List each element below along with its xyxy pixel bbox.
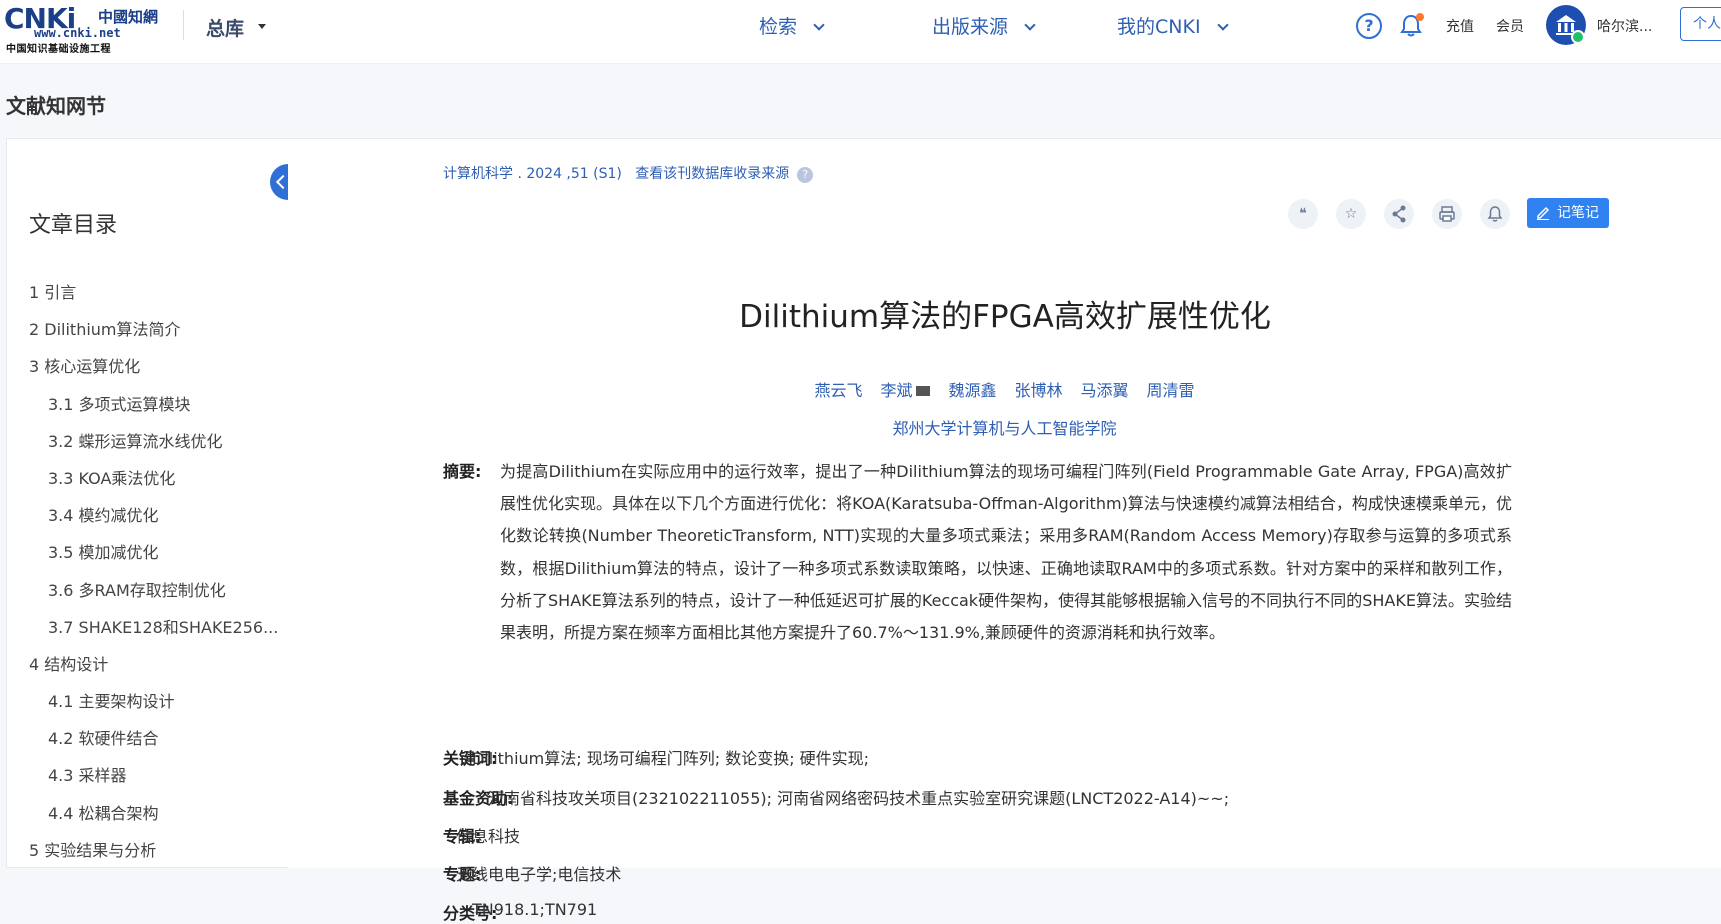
toc-item[interactable]: 3.5 模加减优化 bbox=[29, 539, 278, 576]
page-title: 文献知网节 bbox=[6, 94, 106, 118]
toc-heading: 文章目录 bbox=[29, 213, 118, 238]
star-icon[interactable]: ☆ bbox=[1336, 199, 1366, 229]
class-value: TN918.1;TN791 bbox=[472, 900, 598, 919]
user-name[interactable]: 哈尔滨... bbox=[1597, 16, 1652, 36]
article-main: 计算机科学 . 2024 ,51 (S1) 查看该刊数据库收录来源? ❝ ☆ 记… bbox=[288, 138, 1721, 923]
nav-search-label: 检索 bbox=[759, 16, 798, 38]
take-note-button[interactable]: 记笔记 bbox=[1527, 198, 1609, 228]
pen-icon bbox=[1537, 206, 1550, 220]
mail-icon[interactable] bbox=[916, 386, 931, 396]
author[interactable]: 魏源鑫 bbox=[948, 381, 996, 400]
chevron-down-icon bbox=[1024, 19, 1036, 31]
member-link[interactable]: 会员 bbox=[1496, 16, 1524, 36]
toc-sidebar: 文章目录 1 引言 2 Dilithium算法简介 3 核心运算优化 3.1 多项式运… bbox=[6, 138, 288, 868]
toc-item[interactable]: 3.4 模约减优化 bbox=[29, 502, 278, 539]
recharge-link[interactable]: 充值 bbox=[1446, 16, 1474, 36]
author[interactable]: 周清雷 bbox=[1147, 381, 1195, 400]
question-icon[interactable]: ? bbox=[797, 167, 814, 183]
toc-item[interactable]: 3.7 SHAKE128和SHAKE256... bbox=[29, 614, 278, 651]
author[interactable]: 马添翼 bbox=[1081, 381, 1129, 400]
abstract-label: 摘要: bbox=[443, 462, 482, 481]
database-selector[interactable]: 总库 bbox=[206, 14, 267, 41]
toc-item[interactable]: 3 核心运算优化 bbox=[29, 353, 278, 390]
source-db-link[interactable]: 查看该刊数据库收录来源 bbox=[635, 166, 789, 182]
topic-value: 无线电电子学;电信技术 bbox=[456, 865, 622, 884]
caret-down-icon bbox=[258, 24, 267, 29]
toc-item[interactable]: 3.3 KOA乘法优化 bbox=[29, 465, 278, 502]
toc-list: 1 引言 2 Dilithium算法简介 3 核心运算优化 3.1 多项式运算模块 3.… bbox=[29, 279, 278, 874]
share-icon[interactable] bbox=[1384, 199, 1414, 229]
database-label: 总库 bbox=[206, 18, 245, 40]
cite-icon[interactable]: ❝ bbox=[1288, 199, 1318, 229]
cnki-logo[interactable]: CNKi 中國知網 www.cnki.net 中国知识基础设施工程 bbox=[4, 2, 164, 55]
journal-source[interactable]: 计算机科学 . 2024 ,51 (S1) bbox=[443, 166, 622, 182]
personal-button[interactable]: 个人 bbox=[1680, 7, 1721, 41]
toc-item[interactable]: 4.4 松耦合架构 bbox=[29, 800, 278, 837]
author-list: 燕云飞 李斌 魏源鑫 张博林 马添翼 周清雷 bbox=[288, 377, 1721, 401]
toc-item[interactable]: 4.2 软硬件结合 bbox=[29, 725, 278, 762]
affiliation[interactable]: 郑州大学计算机与人工智能学院 bbox=[288, 415, 1721, 439]
nav-publication-source-label: 出版来源 bbox=[932, 16, 1009, 38]
nav-my-cnki-label: 我的CNKI bbox=[1117, 16, 1201, 38]
source-line: 计算机科学 . 2024 ,51 (S1) 查看该刊数据库收录来源? bbox=[443, 163, 814, 183]
toc-item[interactable]: 3.2 蝶形运算流水线优化 bbox=[29, 428, 278, 465]
toc-item[interactable]: 3.1 多项式运算模块 bbox=[29, 391, 278, 428]
author[interactable]: 李斌 bbox=[880, 381, 931, 400]
help-icon[interactable]: ? bbox=[1356, 13, 1382, 39]
author-name: 李斌 bbox=[880, 381, 913, 400]
chevron-down-icon bbox=[1216, 19, 1229, 31]
keywords-value[interactable]: Dilithium算法; 现场可编程门阵列; 数论变换; 硬件实现; bbox=[472, 745, 869, 769]
author[interactable]: 张博林 bbox=[1015, 381, 1063, 400]
take-note-label: 记笔记 bbox=[1557, 205, 1599, 221]
author[interactable]: 燕云飞 bbox=[814, 381, 862, 400]
nav-my-cnki[interactable]: 我的CNKI bbox=[1117, 12, 1229, 39]
logo-url: www.cnki.net bbox=[34, 26, 121, 40]
nav-search[interactable]: 检索 bbox=[759, 12, 825, 39]
verified-icon bbox=[1571, 30, 1585, 44]
logo-tagline: 中国知识基础设施工程 bbox=[6, 44, 111, 55]
notification-dot bbox=[1416, 13, 1424, 21]
toc-item[interactable]: 4.1 主要架构设计 bbox=[29, 688, 278, 725]
abstract-text: 为提高Dilithium在实际应用中的运行效率，提出了一种Dilithium算法… bbox=[500, 462, 1512, 643]
fund-value[interactable]: 河南省科技攻关项目(232102211055); 河南省网络密码技术重点实验室研… bbox=[488, 785, 1229, 809]
nav-publication-source[interactable]: 出版来源 bbox=[932, 12, 1036, 39]
toc-item[interactable]: 3.6 多RAM存取控制优化 bbox=[29, 577, 278, 614]
toc-item[interactable]: 2 Dilithium算法简介 bbox=[29, 316, 278, 353]
chevron-down-icon bbox=[813, 19, 825, 31]
series-value: 信息科技 bbox=[456, 827, 521, 846]
logo-cn-name: 中國知網 bbox=[98, 8, 159, 26]
print-icon[interactable] bbox=[1432, 199, 1462, 229]
toc-item[interactable]: 1 引言 bbox=[29, 279, 278, 316]
toc-item[interactable]: 4 结构设计 bbox=[29, 651, 278, 688]
toc-item[interactable]: 5 实验结果与分析 bbox=[29, 837, 278, 874]
subscribe-bell-icon[interactable] bbox=[1480, 199, 1510, 229]
top-bar: CNKi 中國知網 www.cnki.net 中国知识基础设施工程 总库 检索 … bbox=[0, 0, 1721, 64]
header-divider bbox=[183, 10, 184, 40]
toc-item[interactable]: 4.3 采样器 bbox=[29, 762, 278, 799]
article-title: Dilithium算法的FPGA高效扩展性优化 bbox=[739, 299, 1271, 335]
